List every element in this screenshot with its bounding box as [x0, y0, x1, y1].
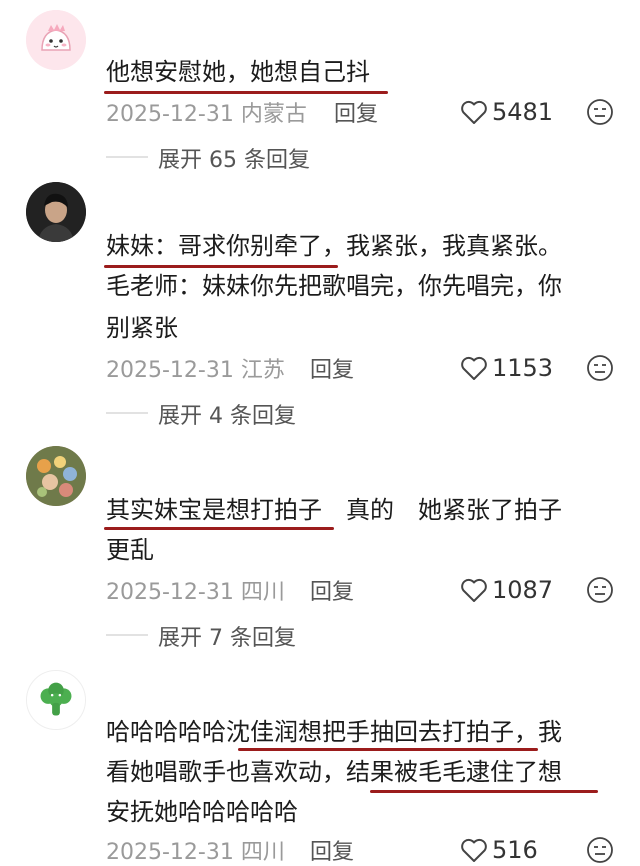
highlight-underline [238, 748, 538, 751]
comment-text-line-3: 别紧张 [106, 314, 178, 342]
emoji-reaction-icon[interactable] [586, 576, 614, 604]
comment-text-line-1: 妹妹：哥求你别牵了，我紧张，我真紧张。 [106, 232, 562, 260]
highlight-underline [104, 527, 334, 530]
comment-location: 四川 [240, 580, 285, 605]
expand-replies-button[interactable]: 展开 65 条回复 [158, 142, 310, 174]
heart-icon [461, 578, 487, 602]
reply-button[interactable]: 回复 [310, 352, 354, 384]
comment-meta: 2025-12-31 江苏 [106, 352, 285, 384]
comment-text-line-3: 安抚她哈哈哈哈哈 [106, 798, 298, 826]
highlight-underline [104, 265, 338, 268]
avatar-user-1[interactable] [26, 10, 86, 70]
highlight-underline [104, 91, 388, 94]
avatar-user-2[interactable] [26, 182, 86, 242]
comment-location: 江苏 [240, 358, 285, 383]
heart-icon [461, 100, 487, 124]
comment-text-line-1: 其实妹宝是想打拍子 真的 她紧张了拍子 [106, 496, 562, 524]
heart-icon [461, 356, 487, 380]
like-count: 516 [492, 836, 538, 864]
comment-text-line-2: 看她唱歌手也喜欢动，结果被毛毛逮住了想 [106, 758, 562, 786]
heart-icon [461, 838, 487, 862]
highlight-underline [370, 790, 598, 793]
expand-replies-button[interactable]: 展开 4 条回复 [158, 398, 296, 430]
like-count: 1087 [492, 576, 554, 604]
comment-text-line-2: 更乱 [106, 536, 154, 564]
avatar-user-3[interactable] [26, 446, 86, 506]
like-button[interactable]: 1087 [460, 576, 553, 604]
broccoli-avatar-icon [27, 671, 85, 729]
cartoon-avatar-icon [26, 10, 86, 70]
comment-text: 他想安慰她，她想自己抖 [106, 58, 370, 86]
comment-date: 2025-12-31 [106, 580, 234, 605]
expand-divider [106, 634, 148, 636]
like-button[interactable]: 5481 [460, 98, 553, 126]
like-button[interactable]: 1153 [460, 354, 553, 382]
comment-date: 2025-12-31 [106, 358, 234, 383]
like-button[interactable]: 516 [460, 836, 538, 864]
comment-location: 四川 [240, 840, 285, 865]
comment-meta: 2025-12-31 四川 [106, 574, 285, 606]
flowers-avatar-icon [26, 446, 86, 506]
emoji-reaction-icon[interactable] [586, 98, 614, 126]
expand-divider [106, 412, 148, 414]
expand-divider [106, 156, 148, 158]
like-count: 5481 [492, 98, 554, 126]
reply-button[interactable]: 回复 [334, 96, 378, 128]
comment-meta: 2025-12-31 内蒙古 [106, 96, 307, 128]
comment-text-line-1: 哈哈哈哈哈沈佳润想把手抽回去打拍子，我 [106, 718, 562, 746]
emoji-reaction-icon[interactable] [586, 354, 614, 382]
reply-button[interactable]: 回复 [310, 574, 354, 606]
comment-meta: 2025-12-31 四川 [106, 834, 285, 866]
comment-date: 2025-12-31 [106, 840, 234, 865]
comment-date: 2025-12-31 [106, 102, 234, 127]
emoji-reaction-icon[interactable] [586, 836, 614, 864]
comment-location: 内蒙古 [240, 102, 307, 127]
photo-avatar-icon [26, 182, 86, 242]
reply-button[interactable]: 回复 [310, 834, 354, 866]
like-count: 1153 [492, 354, 554, 382]
comment-text-line-2: 毛老师：妹妹你先把歌唱完，你先唱完，你 [106, 272, 562, 300]
avatar-user-4[interactable] [26, 670, 86, 730]
expand-replies-button[interactable]: 展开 7 条回复 [158, 620, 296, 652]
